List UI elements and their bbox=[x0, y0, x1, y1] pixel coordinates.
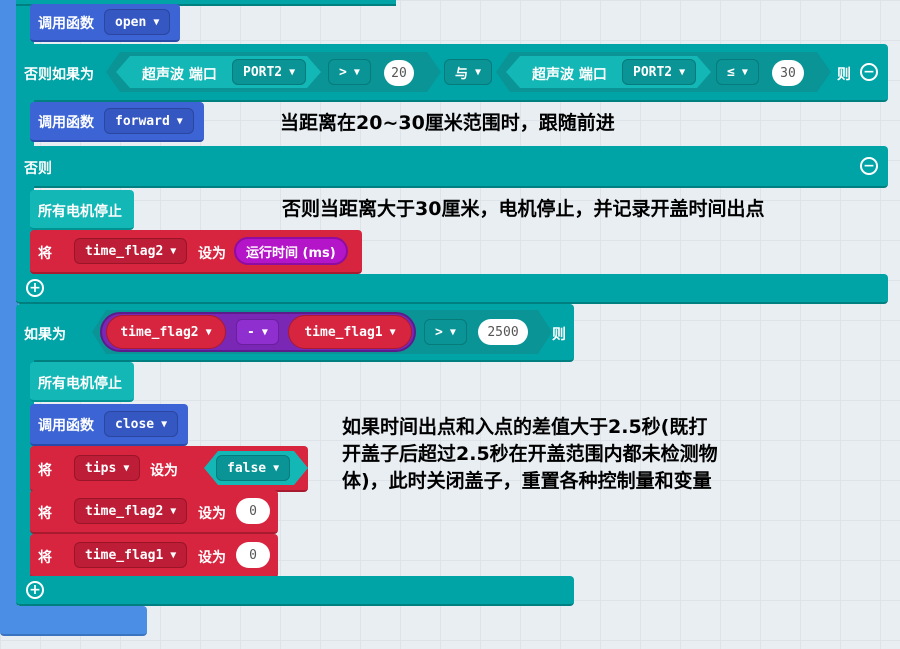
logic-dropdown[interactable]: 与 ▼ bbox=[444, 59, 493, 85]
value-input-2500[interactable]: 2500 bbox=[478, 319, 528, 345]
comment-note-3: 如果时间出点和入点的差值大于2.5秒(既打 开盖子后超过2.5秒在开盖范围内都未… bbox=[342, 414, 718, 495]
minus-circle-icon[interactable]: − bbox=[860, 63, 878, 81]
else-label: 否则 bbox=[24, 161, 52, 177]
triangle-down-icon: ▼ bbox=[741, 66, 748, 78]
set-time-flag1-zero-block[interactable]: 将 time_flag1 ▼ 设为 0 bbox=[30, 534, 278, 578]
to-label: 设为 bbox=[150, 463, 178, 479]
comment-note-2: 否则当距离大于30厘米，电机停止，并记录开盖时间出点 bbox=[282, 198, 765, 220]
call-close-block[interactable]: 调用函数 close ▼ bbox=[30, 404, 188, 446]
minus-op-dropdown[interactable]: - ▼ bbox=[236, 319, 279, 345]
op-dropdown-2[interactable]: ≤ ▼ bbox=[716, 59, 759, 85]
triangle-down-icon: ▼ bbox=[679, 66, 686, 78]
triangle-down-icon: ▼ bbox=[273, 462, 280, 474]
if2-row[interactable]: 如果为 time_flag2 ▼ - ▼ time_flag1 ▼ > ▼ 2500 则 bbox=[16, 304, 574, 362]
call-open-label: 调用函数 bbox=[38, 16, 94, 32]
runtime-ms-reporter[interactable]: 运行时间 (ms) bbox=[234, 237, 348, 265]
func-dropdown-close[interactable]: close ▼ bbox=[104, 411, 179, 437]
port-dropdown-1[interactable]: PORT2 ▼ bbox=[232, 59, 307, 85]
triangle-down-icon: ▼ bbox=[205, 326, 212, 338]
var-dropdown-time-flag2-reset[interactable]: time_flag2 ▼ bbox=[74, 498, 188, 524]
sensor-label-2: 超声波 端口 bbox=[532, 67, 607, 83]
value-input-20[interactable]: 20 bbox=[384, 60, 414, 86]
var-dropdown-time-flag1-reset[interactable]: time_flag1 ▼ bbox=[74, 542, 188, 568]
sensor-label-1: 超声波 端口 bbox=[142, 67, 217, 83]
var-dropdown-tips[interactable]: tips ▼ bbox=[74, 455, 141, 481]
value-input-zero-1[interactable]: 0 bbox=[236, 498, 270, 524]
to-label: 设为 bbox=[198, 550, 226, 566]
port-dropdown-2[interactable]: PORT2 ▼ bbox=[622, 59, 697, 85]
stop-motors-block-2[interactable]: 所有电机停止 bbox=[30, 362, 134, 402]
triangle-down-icon: ▼ bbox=[170, 245, 177, 257]
value-input-30[interactable]: 30 bbox=[772, 60, 804, 86]
triangle-down-icon: ▼ bbox=[170, 505, 177, 517]
comment-note-1: 当距离在20~30厘米范围时，跟随前进 bbox=[280, 112, 615, 134]
then-label-1: 则 bbox=[837, 67, 851, 83]
set-tips-block[interactable]: 将 tips ▼ 设为 false ▼ bbox=[30, 446, 308, 492]
triangle-down-icon: ▼ bbox=[475, 66, 482, 78]
var-reporter-time-flag1[interactable]: time_flag1 ▼ bbox=[288, 315, 412, 349]
plus-circle-icon[interactable]: + bbox=[26, 279, 44, 297]
else-row[interactable]: 否则 − bbox=[16, 146, 888, 188]
triangle-down-icon: ▼ bbox=[353, 66, 360, 78]
minus-circle-icon[interactable]: − bbox=[860, 157, 878, 175]
set-label: 将 bbox=[38, 246, 52, 262]
triangle-down-icon: ▼ bbox=[389, 326, 396, 338]
then-label-2: 则 bbox=[552, 327, 566, 343]
triangle-down-icon: ▼ bbox=[176, 115, 183, 127]
outer-footer bbox=[0, 606, 147, 636]
if2-footer: + bbox=[16, 576, 574, 606]
var-reporter-time-flag2[interactable]: time_flag2 ▼ bbox=[106, 315, 226, 349]
stop-motors-block-1[interactable]: 所有电机停止 bbox=[30, 190, 134, 230]
set-time-flag2-zero-block[interactable]: 将 time_flag2 ▼ 设为 0 bbox=[30, 490, 278, 534]
triangle-down-icon: ▼ bbox=[449, 326, 456, 338]
comment-note-3-line3: 体)，此时关闭盖子，重置各种控制量和变量 bbox=[342, 470, 712, 492]
op-dropdown-3[interactable]: > ▼ bbox=[424, 319, 467, 345]
set-label: 将 bbox=[38, 550, 52, 566]
triangle-down-icon: ▼ bbox=[261, 326, 268, 338]
op-dropdown-1[interactable]: > ▼ bbox=[328, 59, 371, 85]
call-close-label: 调用函数 bbox=[38, 418, 94, 434]
call-open-block[interactable]: 调用函数 open ▼ bbox=[30, 4, 180, 42]
to-label: 设为 bbox=[198, 246, 226, 262]
if-label: 如果为 bbox=[24, 327, 66, 343]
var-dropdown-time-flag2[interactable]: time_flag2 ▼ bbox=[74, 238, 188, 264]
triangle-down-icon: ▼ bbox=[289, 66, 296, 78]
else-if-row[interactable]: 否则如果为 超声波 端口 PORT2 ▼ > ▼ 20 与 ▼ 超声波 端口 PORT… bbox=[16, 44, 888, 102]
call-forward-block[interactable]: 调用函数 forward ▼ bbox=[30, 102, 204, 142]
triangle-down-icon: ▼ bbox=[170, 549, 177, 561]
comment-note-3-line2: 开盖子后超过2.5秒在开盖范围内都未检测物 bbox=[342, 443, 718, 465]
set-label: 将 bbox=[38, 506, 52, 522]
value-input-zero-2[interactable]: 0 bbox=[236, 542, 270, 568]
else-footer: + bbox=[16, 274, 888, 304]
func-dropdown-forward[interactable]: forward ▼ bbox=[104, 108, 194, 134]
stop-motors-label-2: 所有电机停止 bbox=[38, 376, 122, 392]
plus-circle-icon[interactable]: + bbox=[26, 581, 44, 599]
set-label: 将 bbox=[38, 463, 52, 479]
set-time-flag2-runtime-block[interactable]: 将 time_flag2 ▼ 设为 运行时间 (ms) bbox=[30, 230, 362, 274]
triangle-down-icon: ▼ bbox=[161, 418, 168, 430]
to-label: 设为 bbox=[198, 506, 226, 522]
comment-note-3-line1: 如果时间出点和入点的差值大于2.5秒(既打 bbox=[342, 416, 708, 438]
triangle-down-icon: ▼ bbox=[123, 462, 130, 474]
func-dropdown-open[interactable]: open ▼ bbox=[104, 9, 171, 35]
triangle-down-icon: ▼ bbox=[153, 16, 160, 28]
else-if-label: 否则如果为 bbox=[24, 67, 94, 83]
call-forward-label: 调用函数 bbox=[38, 115, 94, 131]
boolean-dropdown[interactable]: false ▼ bbox=[216, 455, 291, 481]
stop-motors-label-1: 所有电机停止 bbox=[38, 204, 122, 220]
